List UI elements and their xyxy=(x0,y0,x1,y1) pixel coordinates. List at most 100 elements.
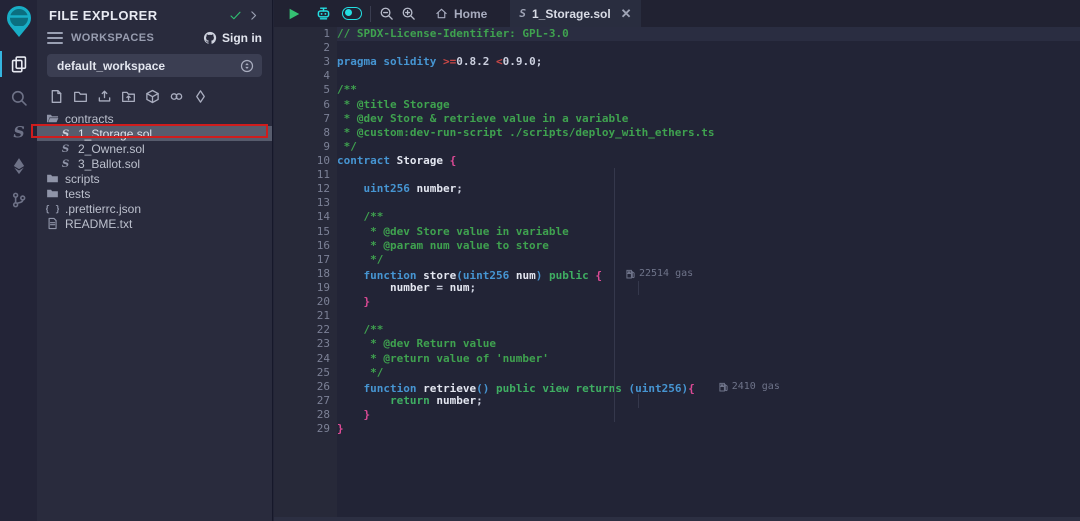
run-script-icon[interactable] xyxy=(287,7,301,21)
zoom-out-icon[interactable] xyxy=(379,6,394,21)
code-line-28[interactable]: } xyxy=(337,408,1080,422)
line-number: 16 xyxy=(274,239,330,253)
svg-text:S: S xyxy=(13,123,24,141)
svg-text:S: S xyxy=(62,158,69,170)
code-line-10[interactable]: contract Storage { xyxy=(337,154,1080,168)
horizontal-scrollbar[interactable] xyxy=(274,517,1080,521)
file-label: README.txt xyxy=(65,217,132,231)
line-number: 13 xyxy=(274,196,330,210)
code-line-24[interactable]: * @return value of 'number' xyxy=(337,352,1080,366)
line-number: 5 xyxy=(274,83,330,97)
ai-toggle[interactable] xyxy=(342,7,362,20)
github-icon xyxy=(203,31,217,45)
tab-home[interactable]: Home xyxy=(426,0,496,27)
workspaces-menu-icon[interactable] xyxy=(47,32,63,44)
code-line-13[interactable] xyxy=(337,196,1080,210)
line-number: 11 xyxy=(274,168,330,182)
tree-item-readme-txt[interactable]: README.txt xyxy=(37,216,272,231)
link-icon[interactable] xyxy=(169,89,184,104)
zoom-in-icon[interactable] xyxy=(401,6,416,21)
code-editor[interactable]: 1234567891011121314151617181920212223242… xyxy=(274,27,1080,521)
code-line-29[interactable]: } xyxy=(337,422,1080,436)
line-number: 28 xyxy=(274,408,330,422)
cube-icon[interactable] xyxy=(145,89,160,104)
code-line-16[interactable]: * @param num value to store xyxy=(337,239,1080,253)
code-line-3[interactable]: pragma solidity >=0.8.2 <0.9.0; xyxy=(337,55,1080,69)
new-file-icon[interactable] xyxy=(49,89,64,104)
code-line-26[interactable]: function retrieve() public view returns … xyxy=(337,380,1080,394)
line-numbers: 1234567891011121314151617181920212223242… xyxy=(274,27,330,436)
code-line-21[interactable] xyxy=(337,309,1080,323)
code-line-11[interactable] xyxy=(337,168,1080,182)
file-label: 2_Owner.sol xyxy=(78,142,145,156)
folder-icon xyxy=(46,187,59,200)
code-line-15[interactable]: * @dev Store value in variable xyxy=(337,225,1080,239)
git-icon[interactable] xyxy=(0,185,37,215)
line-number: 10 xyxy=(274,154,330,168)
code-line-6[interactable]: * @title Storage xyxy=(337,98,1080,112)
tree-item-1-storage-sol[interactable]: S1_Storage.sol xyxy=(37,126,272,141)
tree-item-3-ballot-sol[interactable]: S3_Ballot.sol xyxy=(37,156,272,171)
tree-item-tests[interactable]: tests xyxy=(37,186,272,201)
line-number: 24 xyxy=(274,352,330,366)
deploy-run-icon[interactable] xyxy=(0,151,37,181)
line-number: 25 xyxy=(274,366,330,380)
code-line-17[interactable]: */ xyxy=(337,253,1080,267)
sign-in-button[interactable]: Sign in xyxy=(203,31,262,45)
line-number: 2 xyxy=(274,41,330,55)
remix-logo-icon[interactable] xyxy=(4,5,34,39)
solidity-badge-icon[interactable] xyxy=(193,89,208,104)
code-line-8[interactable]: * @custom:dev-run-script ./scripts/deplo… xyxy=(337,126,1080,140)
close-tab-icon[interactable]: ✕ xyxy=(621,6,632,22)
remix-ide-window: S FILE EXPLORER WORKSPACES Sign in defau… xyxy=(0,0,1080,521)
code-line-22[interactable]: /** xyxy=(337,323,1080,337)
file-label: .prettierrc.json xyxy=(65,202,141,216)
json-icon: { } xyxy=(46,202,59,215)
ai-assistant-icon[interactable] xyxy=(315,5,332,22)
home-icon xyxy=(435,7,448,20)
indent-guide xyxy=(614,168,615,422)
code-line-25[interactable]: */ xyxy=(337,366,1080,380)
file-tree: contractsS1_Storage.solS2_Owner.solS3_Ba… xyxy=(37,111,272,231)
panel-title: FILE EXPLORER xyxy=(49,8,226,23)
line-number: 23 xyxy=(274,337,330,351)
tree-item--prettierrc-json[interactable]: { } .prettierrc.json xyxy=(37,201,272,216)
file-label: scripts xyxy=(65,172,100,186)
code-line-12[interactable]: uint256 number; xyxy=(337,182,1080,196)
line-number: 1 xyxy=(274,27,330,41)
upload-folder-icon[interactable] xyxy=(121,89,136,104)
check-icon[interactable] xyxy=(226,6,244,24)
chevron-right-icon[interactable] xyxy=(244,6,262,24)
workspace-name: default_workspace xyxy=(57,59,240,73)
file-label: tests xyxy=(65,187,90,201)
code-line-5[interactable]: /** xyxy=(337,83,1080,97)
tree-item-scripts[interactable]: scripts xyxy=(37,171,272,186)
file-explorer-icon[interactable] xyxy=(0,49,37,79)
toolbar-separator xyxy=(370,6,371,22)
code-line-14[interactable]: /** xyxy=(337,210,1080,224)
tab-1-storage-sol[interactable]: S 1_Storage.sol ✕ xyxy=(510,0,640,27)
new-folder-icon[interactable] xyxy=(73,89,88,104)
line-number: 21 xyxy=(274,309,330,323)
code-line-4[interactable] xyxy=(337,69,1080,83)
file-label: 1_Storage.sol xyxy=(78,127,152,141)
indent-guide xyxy=(638,394,639,408)
search-icon[interactable] xyxy=(0,83,37,113)
code-line-1[interactable]: // SPDX-License-Identifier: GPL-3.0 xyxy=(337,27,1080,41)
code-line-19[interactable]: number = num; xyxy=(337,281,1080,295)
code-line-27[interactable]: return number; xyxy=(337,394,1080,408)
activity-bar: S xyxy=(0,0,37,521)
upload-file-icon[interactable] xyxy=(97,89,112,104)
line-number: 20 xyxy=(274,295,330,309)
solidity-compiler-icon[interactable]: S xyxy=(0,117,37,147)
code-line-7[interactable]: * @dev Store & retrieve value in a varia… xyxy=(337,112,1080,126)
tree-item-contracts[interactable]: contracts xyxy=(37,111,272,126)
tree-item-2-owner-sol[interactable]: S2_Owner.sol xyxy=(37,141,272,156)
code-line-9[interactable]: */ xyxy=(337,140,1080,154)
code-line-18[interactable]: function store(uint256 num) public {2251… xyxy=(337,267,1080,281)
code-line-20[interactable]: } xyxy=(337,295,1080,309)
code-line-2[interactable] xyxy=(337,41,1080,55)
code-line-23[interactable]: * @dev Return value xyxy=(337,337,1080,351)
workspace-select[interactable]: default_workspace xyxy=(47,54,262,77)
line-number: 27 xyxy=(274,394,330,408)
